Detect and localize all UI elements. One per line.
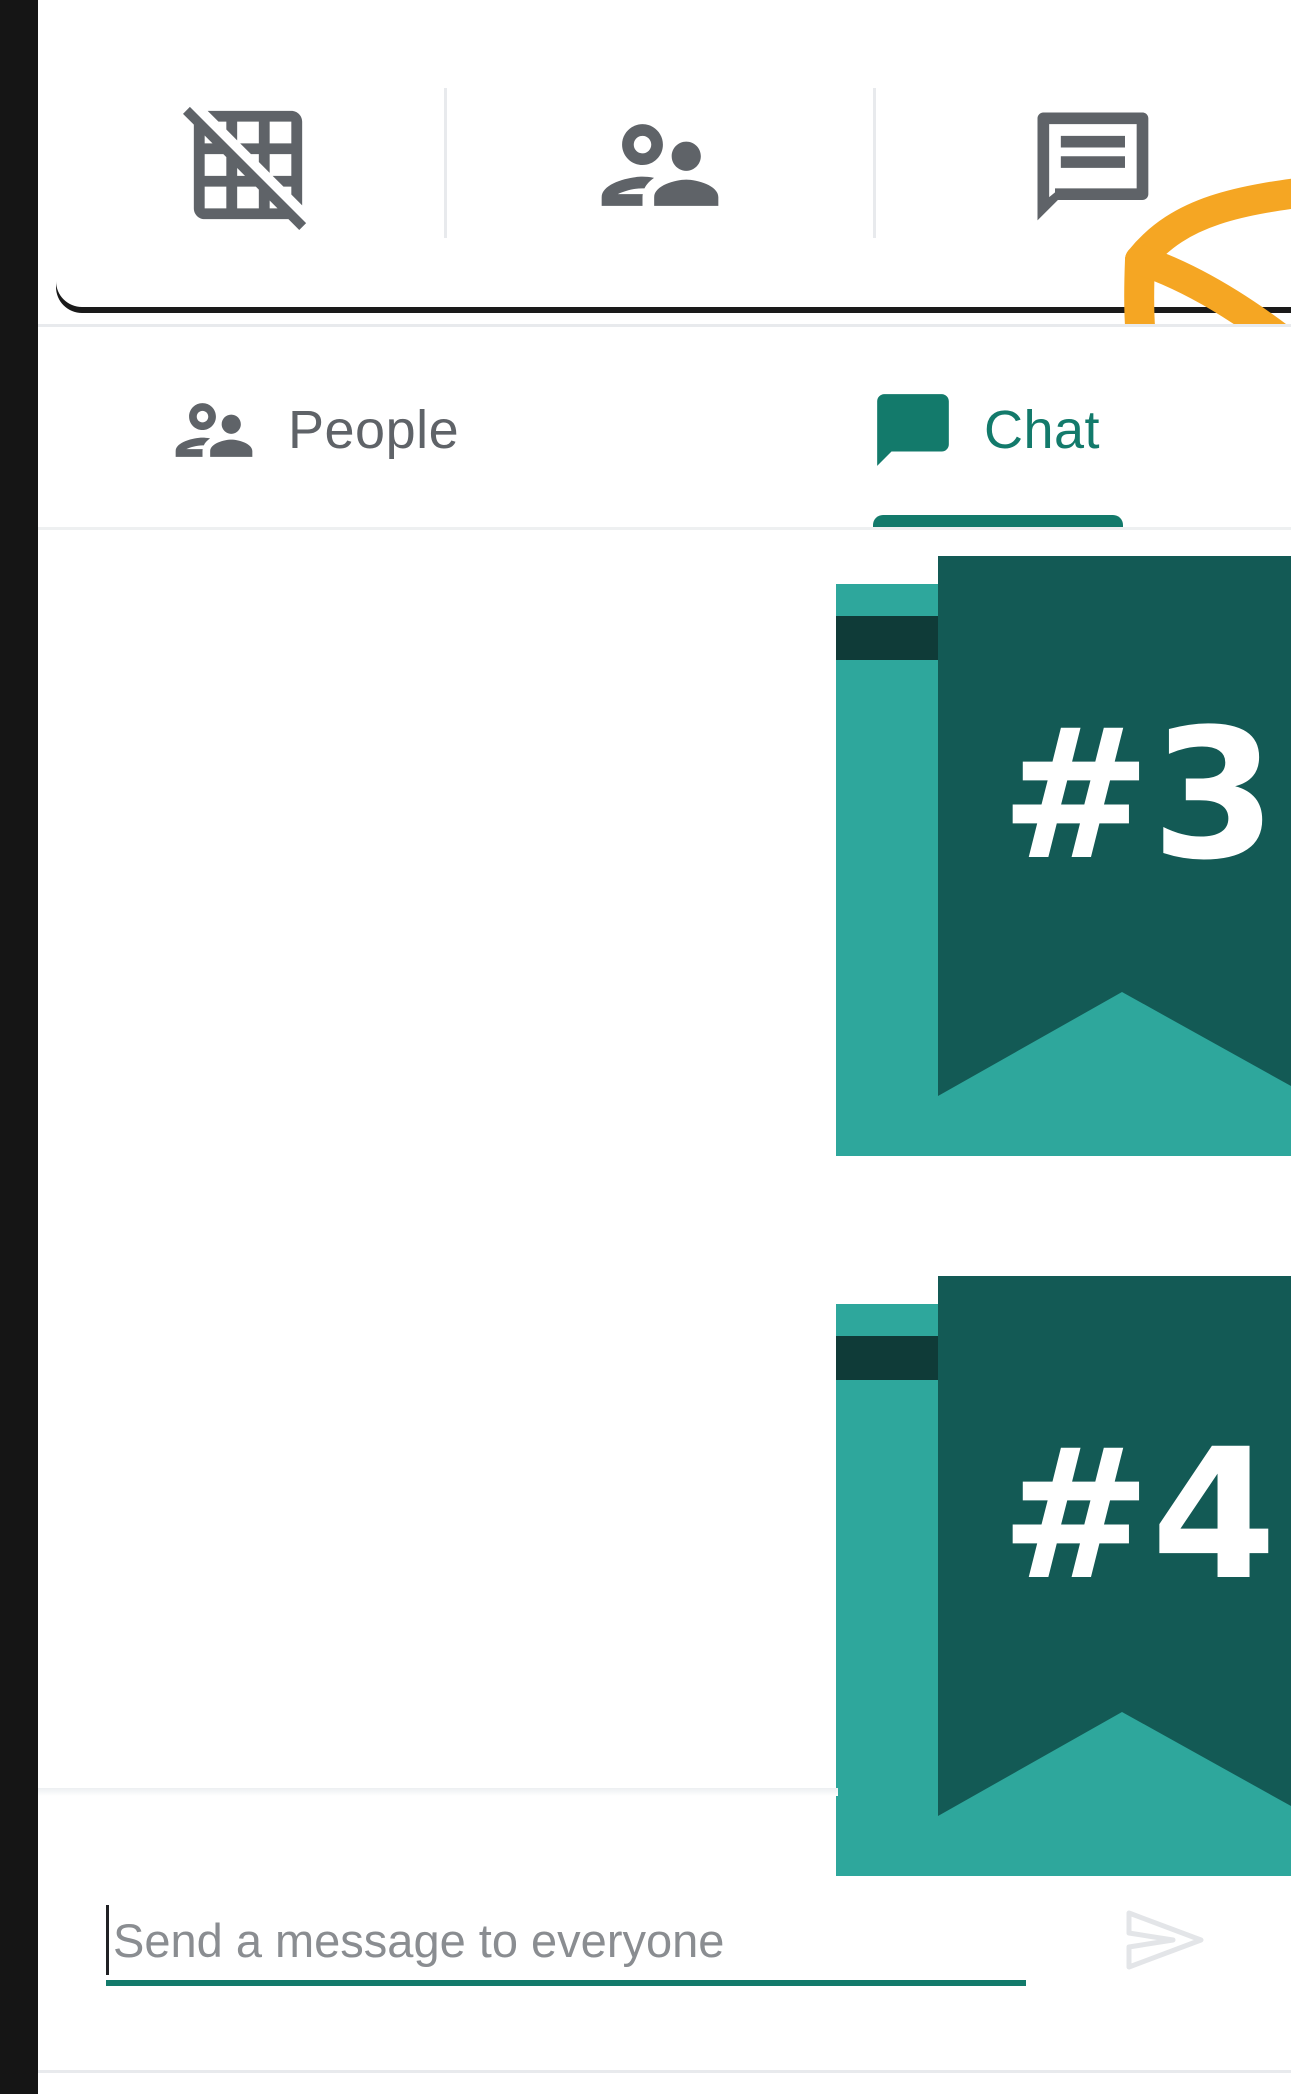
step-number: #3 (1000, 691, 1277, 900)
toolbar-divider (873, 88, 876, 238)
step-badge: #3 (836, 556, 1291, 1156)
people-button[interactable] (580, 70, 740, 260)
input-underline (106, 1980, 1026, 1986)
tabs-divider (38, 527, 1291, 530)
footer-divider (38, 2070, 1291, 2073)
message-input[interactable] (106, 1905, 1033, 1975)
window-edge (0, 0, 38, 2094)
tab-label: Chat (984, 400, 1101, 460)
people-icon (175, 403, 253, 457)
chat-icon (877, 394, 949, 466)
tab-label: People (288, 400, 460, 460)
toolbar-divider (444, 88, 447, 238)
step-badge: #4 (836, 1276, 1291, 1876)
step-number: #4 (1000, 1411, 1277, 1620)
composer-shadow (38, 1788, 838, 1796)
people-icon (601, 124, 719, 206)
grid-view-off-button[interactable] (168, 70, 328, 260)
send-icon (1126, 1910, 1204, 1970)
tab-chat[interactable]: Chat (870, 365, 1100, 495)
tab-people[interactable]: People (168, 365, 459, 495)
send-button[interactable] (1120, 1900, 1210, 1980)
grid-off-icon (183, 106, 307, 230)
